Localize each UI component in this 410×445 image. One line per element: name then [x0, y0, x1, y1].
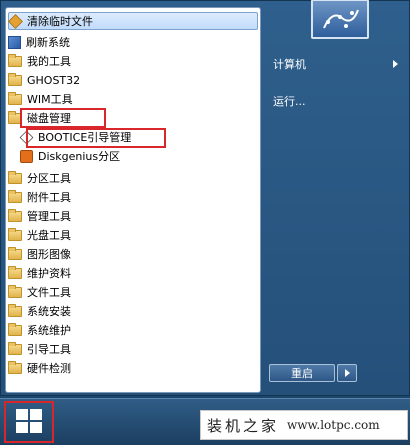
folder-icon [8, 72, 22, 86]
menu-item-label: 刷新系统 [26, 36, 70, 49]
folder-icon [8, 303, 22, 317]
highlight-box-start [4, 401, 54, 443]
menu-item-label: 图形图像 [27, 248, 71, 261]
folder-icon [8, 189, 22, 203]
menu-item-graphics[interactable]: 图形图像 [8, 245, 258, 263]
folder-icon [8, 360, 22, 374]
menu-item-system-install[interactable]: 系统安装 [8, 302, 258, 320]
folder-icon [8, 208, 22, 222]
programs-list: 清除临时文件 刷新系统 我的工具 GHOST32 WIM工具 磁盘管理 BOOT… [5, 7, 261, 393]
menu-item-wim-tools[interactable]: WIM工具 [8, 90, 258, 108]
menu-item-system-maintenance[interactable]: 系统维护 [8, 321, 258, 339]
menu-item-label: GHOST32 [27, 73, 81, 87]
folder-icon [8, 227, 22, 241]
start-menu: 清除临时文件 刷新系统 我的工具 GHOST32 WIM工具 磁盘管理 BOOT… [0, 0, 410, 396]
shutdown-options-button[interactable] [337, 364, 357, 382]
arrow-right-icon [345, 369, 350, 377]
menu-item-label: 文件工具 [27, 286, 71, 299]
menu-item-label: 附件工具 [27, 191, 71, 204]
watermark-url: www.lotpc.com [287, 418, 380, 432]
menu-item-disc-tools[interactable]: 光盘工具 [8, 226, 258, 244]
folder-icon [8, 284, 22, 298]
user-picture[interactable] [311, 0, 369, 39]
computer-submenu-arrow-icon [393, 60, 398, 68]
highlight-box-bootice [26, 128, 166, 148]
menu-item-maintenance-docs[interactable]: 维护资料 [8, 264, 258, 282]
right-pane: 计算机 运行... 重启 [263, 0, 410, 397]
folder-icon [8, 246, 22, 260]
menu-item-label: 清除临时文件 [27, 15, 93, 28]
menu-item-label: 维护资料 [27, 267, 71, 280]
folder-icon [8, 91, 22, 105]
menu-item-partition-tools[interactable]: 分区工具 [8, 169, 258, 187]
menu-item-label: 硬件检测 [27, 362, 71, 375]
menu-item-hardware-detection[interactable]: 硬件检测 [8, 359, 258, 377]
menu-item-cleanup[interactable]: 清除临时文件 [8, 12, 258, 30]
folder-icon [8, 322, 22, 336]
menu-item-label: 管理工具 [27, 210, 71, 223]
menu-item-label: 引导工具 [27, 343, 71, 356]
highlight-box-disk-management [20, 108, 106, 128]
menu-item-label: 我的工具 [27, 55, 71, 68]
menu-item-label: Diskgenius分区 [38, 150, 121, 163]
system-refresh-icon [8, 35, 21, 49]
watermark-text: 装机之家 [207, 416, 280, 435]
menu-item-ghost32[interactable]: GHOST32 [8, 71, 258, 89]
folder-icon [8, 341, 22, 355]
menu-item-label: 系统安装 [27, 305, 71, 318]
menu-item-refresh-system[interactable]: 刷新系统 [8, 33, 258, 51]
menu-item-label: 分区工具 [27, 172, 71, 185]
menu-item-boot-tools[interactable]: 引导工具 [8, 340, 258, 358]
site-watermark: 装机之家 www.lotpc.com [200, 410, 408, 440]
folder-icon [8, 265, 22, 279]
cleanup-icon [8, 13, 23, 29]
restart-label: 重启 [291, 367, 313, 380]
menu-item-my-tools[interactable]: 我的工具 [8, 52, 258, 70]
menu-item-admin-tools[interactable]: 管理工具 [8, 207, 258, 225]
computer-label: 计算机 [273, 58, 306, 71]
menu-item-diskgenius[interactable]: Diskgenius分区 [20, 147, 260, 165]
menu-item-label: 光盘工具 [27, 229, 71, 242]
user-picture-icon [323, 9, 359, 29]
menu-item-file-tools[interactable]: 文件工具 [8, 283, 258, 301]
folder-icon [8, 53, 22, 67]
computer-link[interactable]: 计算机 [273, 56, 306, 72]
run-label: 运行... [273, 95, 306, 108]
folder-icon [8, 170, 22, 184]
diskgenius-icon [20, 149, 33, 163]
menu-item-accessories[interactable]: 附件工具 [8, 188, 258, 206]
restart-button[interactable]: 重启 [269, 364, 335, 382]
run-link[interactable]: 运行... [273, 93, 306, 109]
menu-item-label: 系统维护 [27, 324, 71, 337]
menu-item-label: WIM工具 [27, 93, 73, 106]
start-button[interactable] [4, 401, 54, 443]
